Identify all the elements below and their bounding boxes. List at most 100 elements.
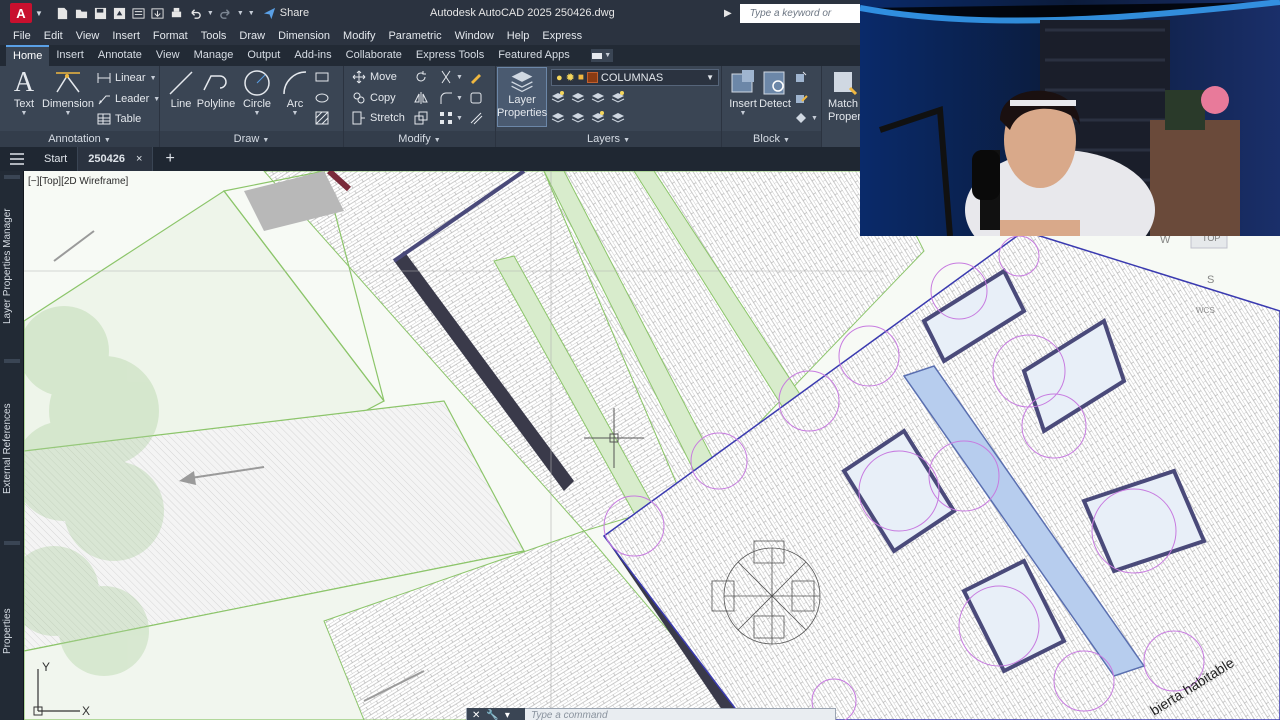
- menu-tools[interactable]: Tools: [195, 30, 234, 42]
- linear-dimension-button[interactable]: Linear ▼: [97, 71, 157, 85]
- array-icon[interactable]: [439, 111, 453, 125]
- explode-icon[interactable]: [469, 91, 483, 105]
- tab-output[interactable]: Output: [240, 45, 287, 66]
- tab-annotate[interactable]: Annotate: [91, 45, 149, 66]
- menu-window[interactable]: Window: [449, 30, 501, 42]
- redo-dropdown-icon[interactable]: ▼: [237, 10, 244, 17]
- menu-edit[interactable]: Edit: [38, 30, 70, 42]
- chevron-down-icon[interactable]: ▼: [811, 115, 818, 122]
- fillet-icon[interactable]: [439, 91, 453, 105]
- layer-off-icon[interactable]: [551, 90, 565, 104]
- line-tool[interactable]: Line: [166, 68, 196, 110]
- command-input[interactable]: Type a command: [525, 710, 608, 720]
- ellipse-icon[interactable]: [315, 91, 329, 105]
- rectangle-icon[interactable]: [315, 70, 329, 84]
- dimension-tool[interactable]: Dimension ▼: [42, 68, 94, 117]
- layer-isolate-icon[interactable]: [571, 90, 585, 104]
- leader-button[interactable]: Leader ▼: [97, 92, 160, 106]
- close-icon[interactable]: ✕: [472, 710, 480, 720]
- plot-icon[interactable]: [169, 6, 184, 21]
- properties-palette[interactable]: Properties: [2, 601, 22, 661]
- palette-grip[interactable]: [4, 541, 20, 545]
- layer-properties-button[interactable]: Layer Properties: [497, 67, 547, 127]
- block-attributes-icon[interactable]: [794, 111, 808, 125]
- text-tool[interactable]: A Text ▼: [8, 68, 40, 118]
- layer-previous-icon[interactable]: [591, 110, 605, 124]
- share-button[interactable]: Share: [263, 7, 309, 20]
- make-current-icon[interactable]: [551, 110, 565, 124]
- fillet-dropdown-icon[interactable]: ▼: [456, 95, 463, 102]
- tab-view[interactable]: View: [149, 45, 187, 66]
- edit-block-icon[interactable]: [794, 91, 808, 105]
- trim-dropdown-icon[interactable]: ▼: [456, 74, 463, 81]
- draw-panel-title[interactable]: Draw ▼: [160, 131, 343, 147]
- tab-drawing[interactable]: 250426 ×: [78, 147, 154, 171]
- open-web-icon[interactable]: [131, 6, 146, 21]
- menu-parametric[interactable]: Parametric: [382, 30, 448, 42]
- block-panel-title[interactable]: Block ▼: [722, 131, 821, 147]
- save-icon[interactable]: [93, 6, 108, 21]
- ribbon-minimize-button[interactable]: ▼: [590, 49, 613, 62]
- arc-tool[interactable]: Arc ▼: [280, 68, 310, 117]
- annotation-panel-title[interactable]: Annotation ▼: [0, 131, 159, 147]
- rotate-icon[interactable]: [414, 70, 428, 84]
- menu-dimension[interactable]: Dimension: [272, 30, 337, 42]
- create-block-icon[interactable]: [794, 70, 808, 84]
- menu-file[interactable]: File: [7, 30, 38, 42]
- modify-panel-title[interactable]: Modify ▼: [344, 131, 495, 147]
- save-as-icon[interactable]: [112, 6, 127, 21]
- tab-add-ins[interactable]: Add-ins: [287, 45, 338, 66]
- trim-icon[interactable]: [439, 70, 453, 84]
- sun-icon[interactable]: ✹: [566, 71, 575, 84]
- search-input[interactable]: Type a keyword or phrase: [739, 4, 860, 38]
- layer-freeze-icon[interactable]: [591, 90, 605, 104]
- tab-manage[interactable]: Manage: [187, 45, 241, 66]
- match-layer-icon[interactable]: [571, 110, 585, 124]
- layer-lock-icon[interactable]: [611, 90, 625, 104]
- stretch-button[interactable]: Stretch: [352, 111, 405, 125]
- tab-insert[interactable]: Insert: [49, 45, 91, 66]
- table-button[interactable]: Table: [97, 112, 141, 126]
- mirror-icon[interactable]: [414, 91, 428, 105]
- detect-button[interactable]: Detect: [756, 68, 794, 110]
- lock-icon[interactable]: ■: [578, 72, 584, 83]
- offset-icon[interactable]: [469, 111, 483, 125]
- undo-icon[interactable]: [188, 6, 203, 21]
- new-file-icon[interactable]: [55, 6, 70, 21]
- lightbulb-icon[interactable]: ●: [556, 72, 563, 84]
- tab-home[interactable]: Home: [6, 45, 50, 66]
- tab-collaborate[interactable]: Collaborate: [339, 45, 409, 66]
- customize-qat-icon[interactable]: ▼: [248, 10, 255, 17]
- palette-grip[interactable]: [4, 175, 20, 179]
- hatch-icon[interactable]: [315, 111, 329, 125]
- array-dropdown-icon[interactable]: ▼: [456, 115, 463, 122]
- menu-icon[interactable]: [0, 153, 34, 165]
- redo-icon[interactable]: [218, 6, 233, 21]
- save-web-icon[interactable]: [150, 6, 165, 21]
- menu-modify[interactable]: Modify: [337, 30, 382, 42]
- menu-help[interactable]: Help: [501, 30, 537, 42]
- erase-icon[interactable]: [469, 70, 483, 84]
- menu-view[interactable]: View: [70, 30, 107, 42]
- external-references-palette[interactable]: External References: [2, 399, 22, 499]
- circle-tool[interactable]: Circle ▼: [240, 68, 274, 117]
- polyline-tool[interactable]: Polyline: [196, 68, 236, 110]
- viewport-controls[interactable]: [−][Top][2D Wireframe]: [28, 176, 128, 187]
- menu-format[interactable]: Format: [147, 30, 195, 42]
- tab-featured-apps[interactable]: Featured Apps: [491, 45, 577, 66]
- application-menu-button[interactable]: A: [10, 3, 32, 23]
- scale-icon[interactable]: [414, 111, 428, 125]
- menu-insert[interactable]: Insert: [106, 30, 147, 42]
- layer-dropdown[interactable]: ● ✹ ■ COLUMNAS ▼: [551, 69, 719, 86]
- tab-start[interactable]: Start: [34, 147, 79, 171]
- wrench-icon[interactable]: 🔧: [486, 710, 498, 720]
- new-tab-button[interactable]: +: [153, 150, 186, 168]
- layer-properties-manager-palette[interactable]: Layer Properties Manager: [2, 201, 22, 331]
- palette-grip[interactable]: [4, 359, 20, 363]
- undo-dropdown-icon[interactable]: ▼: [207, 10, 214, 17]
- open-folder-icon[interactable]: [74, 6, 89, 21]
- search-chevron-icon[interactable]: ▶: [724, 8, 732, 19]
- drawing-area[interactable]: TOP S W WCS bierta habitable [−][Top][2D…: [24, 171, 1280, 720]
- close-icon[interactable]: ×: [136, 153, 142, 165]
- copy-button[interactable]: Copy: [352, 91, 396, 105]
